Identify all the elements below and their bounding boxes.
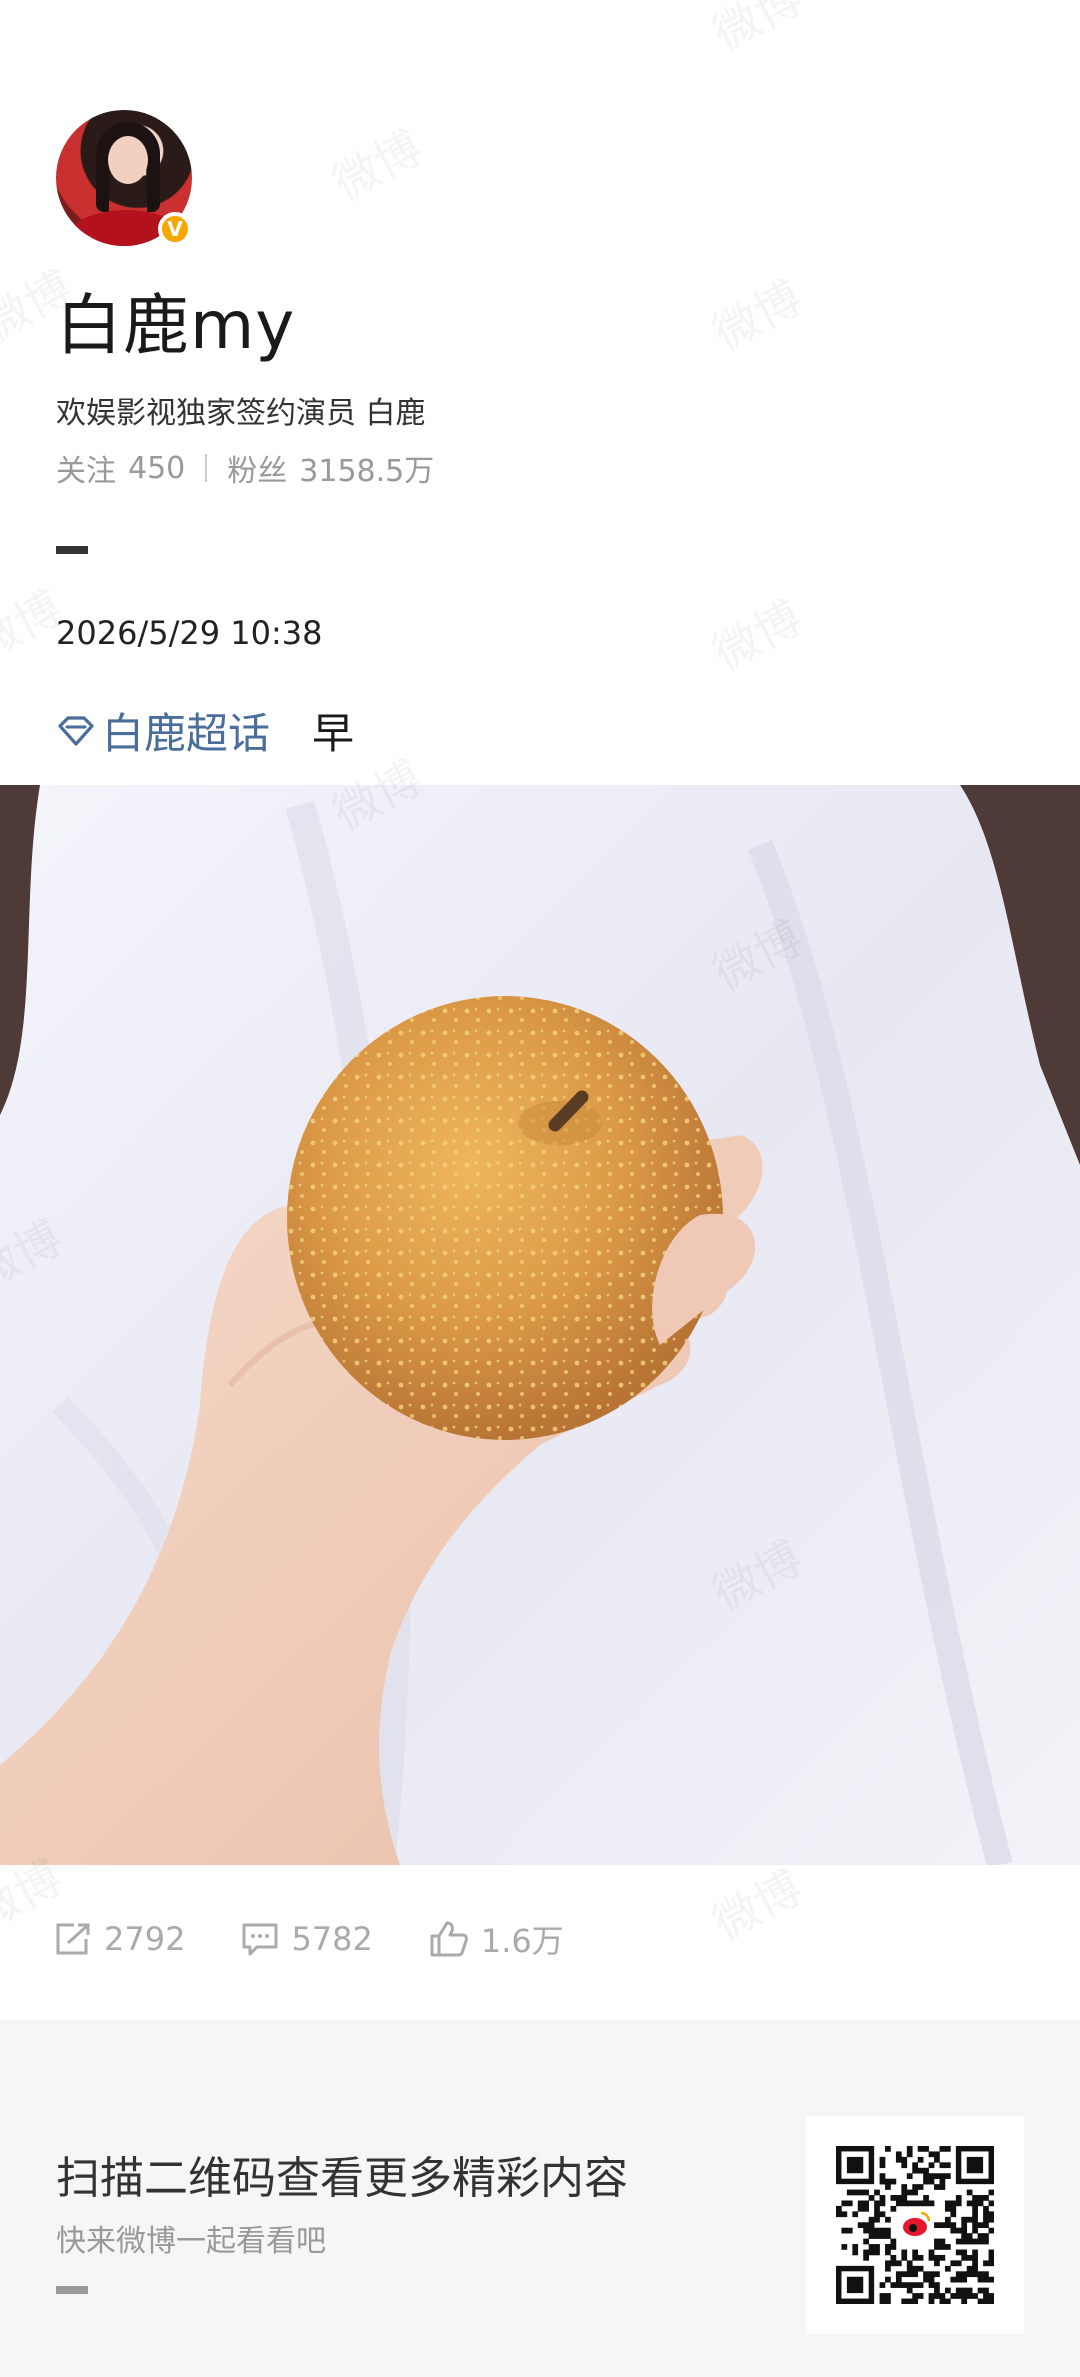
watermark: 微博 (320, 112, 432, 213)
weibo-qr-code-icon (836, 2146, 994, 2304)
qr-promo-section: 扫描二维码查看更多精彩内容 快来微博一起看看吧 (0, 2020, 1080, 2377)
divider-mark (56, 2286, 88, 2294)
comment-count: 5782 (291, 1920, 373, 1958)
repost-count: 2792 (104, 1920, 186, 1958)
divider-mark (56, 546, 88, 554)
watermark: 微博 (700, 0, 812, 64)
comment-icon (242, 1923, 278, 1956)
diamond-topic-icon (58, 715, 94, 746)
promo-title: 扫描二维码查看更多精彩内容 (56, 2153, 628, 2204)
repost-button[interactable]: 2792 (54, 1920, 185, 1958)
user-stats: 关注 450 粉丝 3158.5万 (56, 446, 434, 490)
like-icon (430, 1921, 468, 1957)
comment-button[interactable]: 5782 (241, 1920, 373, 1958)
post-content: 白鹿超话 早 (56, 700, 354, 761)
following-label: 关注 (56, 454, 116, 489)
weibo-share-card: 微博 微博 微博 微博 微博 微博 微博 微博 微博 微博 微博 微博 V 白鹿… (0, 0, 1080, 2377)
following-count: 450 (128, 450, 186, 486)
post-text: 早 (312, 709, 355, 758)
username[interactable]: 白鹿my (56, 272, 295, 368)
repost-icon (56, 1923, 90, 1955)
like-button[interactable]: 1.6万 (429, 1916, 564, 1962)
stats-divider (205, 454, 208, 482)
user-bio: 欢娱影视独家签约演员 白鹿 (56, 396, 426, 431)
followers-label: 粉丝 (227, 454, 288, 489)
verified-badge-icon: V (158, 212, 192, 246)
watermark: 微博 (700, 582, 812, 683)
followers-count: 3158.5万 (299, 454, 435, 489)
super-topic-link[interactable]: 白鹿超话 (102, 700, 270, 761)
post-actions: 2792 5782 1.6万 (54, 1916, 620, 1962)
post-timestamp: 2026/5/29 10:38 (56, 614, 323, 652)
qr-code[interactable] (806, 2116, 1024, 2334)
watermark: 微博 (700, 1852, 812, 1953)
promo-subtitle: 快来微博一起看看吧 (56, 2224, 326, 2259)
watermark: 微博 (700, 262, 812, 363)
pear-photo-illustration (0, 785, 1080, 1865)
like-count: 1.6万 (480, 1922, 564, 1960)
post-photo[interactable] (0, 785, 1080, 1865)
